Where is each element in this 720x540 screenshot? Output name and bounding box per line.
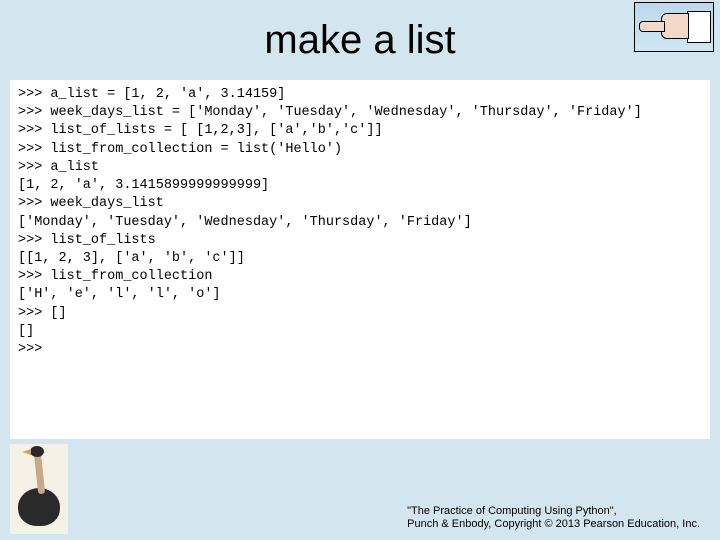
code-line: [] xyxy=(18,323,702,341)
code-block: >>> a_list = [1, 2, 'a', 3.14159] >>> we… xyxy=(10,80,710,439)
code-line: >>> week_days_list = ['Monday', 'Tuesday… xyxy=(18,104,702,122)
slide-title: make a list xyxy=(0,18,720,63)
code-line: >>> a_list xyxy=(18,159,702,177)
code-line: >>> a_list = [1, 2, 'a', 3.14159] xyxy=(18,86,702,104)
code-line: >>> week_days_list xyxy=(18,195,702,213)
code-line: ['Monday', 'Tuesday', 'Wednesday', 'Thur… xyxy=(18,214,702,232)
code-line: >>> list_of_lists xyxy=(18,232,702,250)
code-line: >>> list_from_collection xyxy=(18,268,702,286)
code-line: >>> xyxy=(18,341,702,359)
footer-line: Punch & Enbody, Copyright © 2013 Pearson… xyxy=(407,518,700,532)
code-line: [[1, 2, 3], ['a', 'b', 'c']] xyxy=(18,250,702,268)
code-line: ['H', 'e', 'l', 'l', 'o'] xyxy=(18,286,702,304)
code-line: >>> list_of_lists = [ [1,2,3], ['a','b',… xyxy=(18,122,702,140)
footer-line: "The Practice of Computing Using Python"… xyxy=(407,505,700,519)
code-line: [1, 2, 'a', 3.1415899999999999] xyxy=(18,177,702,195)
code-line: >>> [] xyxy=(18,305,702,323)
pointing-hand-icon xyxy=(634,2,714,52)
ostrich-icon xyxy=(10,444,68,534)
code-line: >>> list_from_collection = list('Hello') xyxy=(18,141,702,159)
copyright-footer: "The Practice of Computing Using Python"… xyxy=(407,505,700,533)
